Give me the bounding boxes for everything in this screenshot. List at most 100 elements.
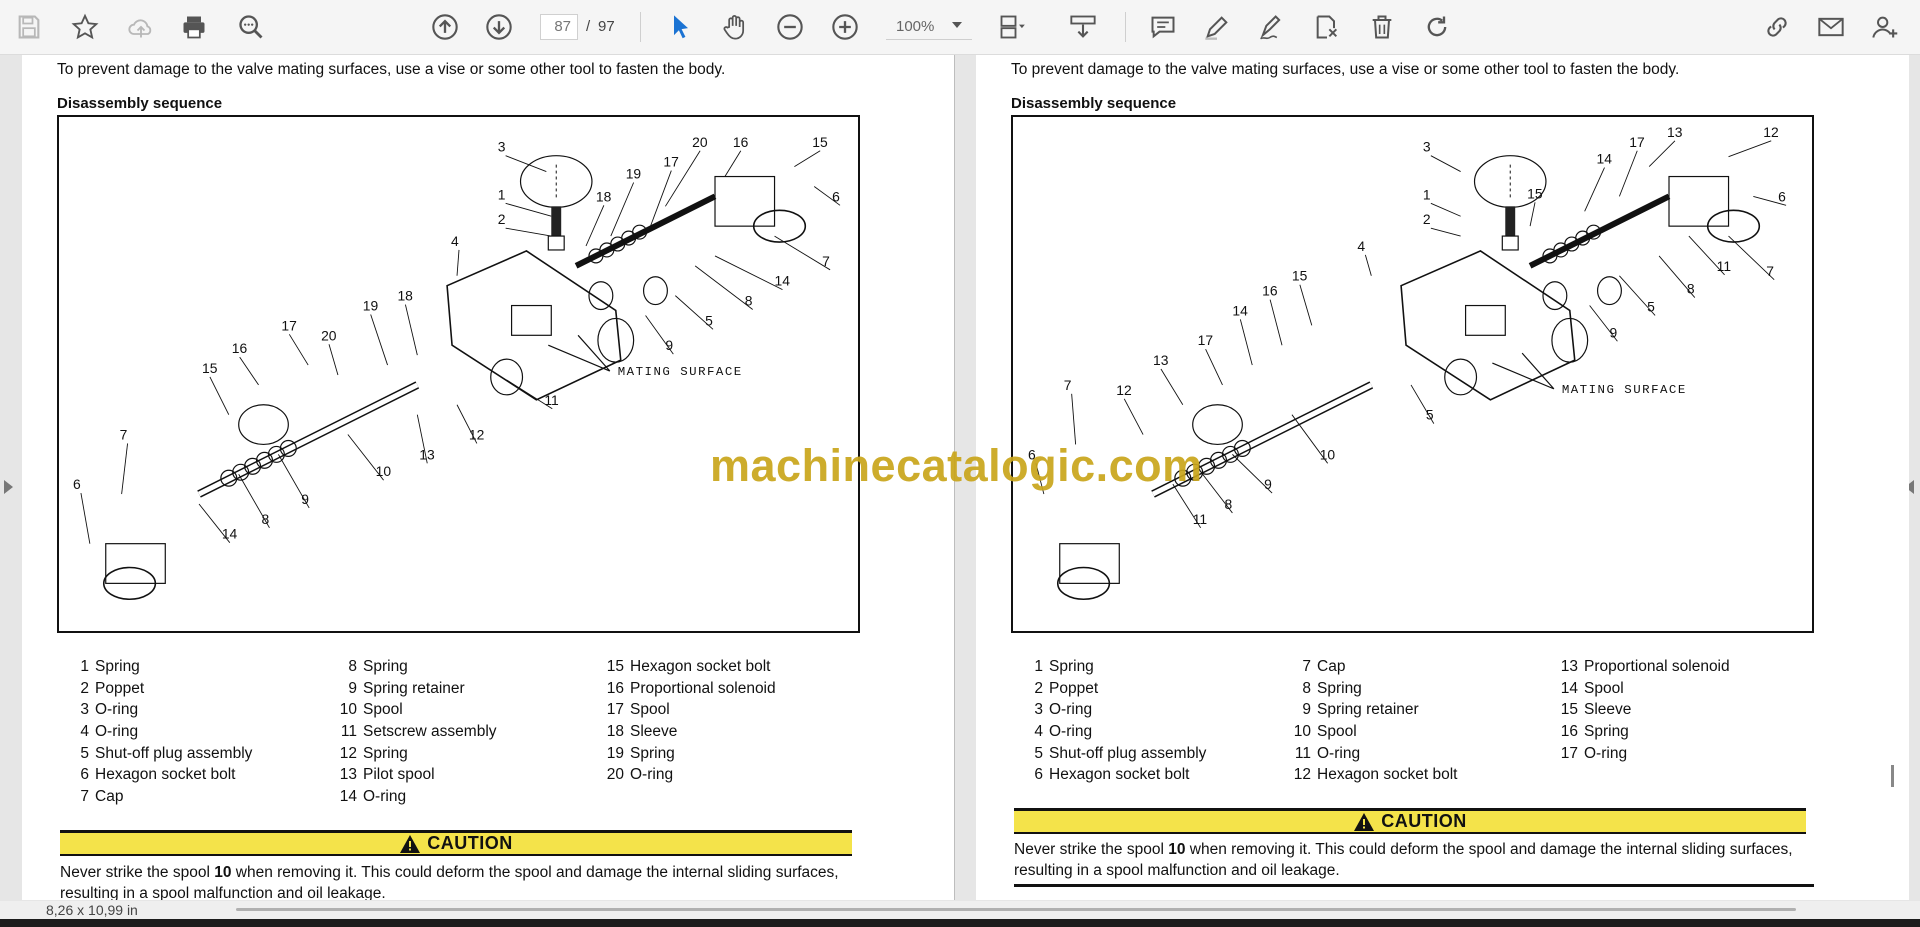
callout-label: 9 (1609, 324, 1617, 340)
callout-label: 6 (832, 188, 840, 204)
page-down-icon[interactable] (482, 10, 516, 44)
part-name: Spool (1584, 679, 1624, 697)
valve-body-shape (446, 250, 622, 401)
list-item: 9 Spring retainer (335, 680, 605, 702)
list-item: 8 Spring (335, 658, 605, 680)
list-item: 13 Proportional solenoid (1556, 658, 1826, 680)
list-item: 15 Sleeve (1556, 701, 1826, 723)
add-user-icon[interactable] (1868, 10, 1902, 44)
valve-port-shape (1464, 304, 1506, 336)
callout-label: 9 (1264, 476, 1272, 492)
sign-icon[interactable] (1254, 10, 1288, 44)
part-name: Hexagon socket bolt (1049, 766, 1190, 784)
parts-column: 7 Cap 8 Spring 9 Spring retainer 10 Spool 11 O-ri… (1289, 658, 1559, 788)
callout-label: 18 (397, 288, 413, 304)
callout-label: 8 (1687, 281, 1695, 297)
leader-line (1239, 319, 1253, 366)
callout-label: 6 (1778, 188, 1786, 204)
stamp-icon[interactable] (1310, 10, 1344, 44)
mating-surface-label: MATING SURFACE (618, 365, 743, 379)
part-number: 14 (339, 788, 357, 806)
spring-shape (551, 206, 562, 237)
share-link-icon[interactable] (1760, 10, 1794, 44)
valve-exploded-drawing: 31215141713 12674118591516141713127105698… (1028, 124, 1787, 601)
part-number: 15 (1560, 701, 1578, 719)
warning-icon (400, 834, 421, 853)
callout-label: 16 (733, 134, 749, 150)
part-name: O-ring (95, 723, 139, 741)
page-size-readout: 8,26 x 10,99 in (46, 902, 138, 918)
print-icon[interactable] (177, 10, 211, 44)
callout-label: 12 (1116, 382, 1132, 398)
callout-label: 7 (1064, 377, 1072, 393)
warning-icon (1354, 812, 1375, 831)
horizontal-scrollbar[interactable] (236, 908, 1796, 911)
list-item: 10 Spool (335, 701, 605, 723)
page-up-icon[interactable] (428, 10, 462, 44)
callout-label: 15 (1292, 268, 1308, 284)
valve-port-shape (490, 358, 524, 396)
callout-label: 2 (498, 211, 506, 227)
leader-line (1205, 349, 1223, 386)
fit-page-icon[interactable] (1066, 10, 1100, 44)
search-zoom-icon[interactable] (234, 10, 268, 44)
zoom-out-icon[interactable] (773, 10, 807, 44)
section-heading: Disassembly sequence (57, 95, 223, 112)
select-cursor-icon[interactable] (664, 10, 698, 44)
list-item: 15 Hexagon socket bolt (602, 658, 872, 680)
callout-label: 2 (1423, 211, 1431, 227)
part-number: 10 (339, 701, 357, 719)
delete-icon[interactable] (1365, 10, 1399, 44)
callout-label: 16 (1262, 283, 1278, 299)
caution-banner: CAUTION (1014, 808, 1806, 834)
part-name: Spring (1317, 679, 1362, 697)
caution-bottom-rule (1014, 884, 1814, 887)
zoom-in-icon[interactable] (828, 10, 862, 44)
callout-label: 13 (1153, 352, 1169, 368)
view-layout-icon[interactable] (995, 10, 1029, 44)
leader-line (121, 443, 129, 495)
list-item: 1 Spring (67, 658, 337, 680)
callout-label: 13 (419, 446, 435, 462)
save-icon[interactable] (12, 10, 46, 44)
list-item: 3 O-ring (1021, 701, 1291, 723)
parts-column: 13 Proportional solenoid 14 Spool 15 Sleeve 16… (1556, 658, 1826, 766)
part-name: Hexagon socket bolt (1317, 766, 1458, 784)
o-ring-shape (1596, 276, 1622, 306)
list-item: 14 O-ring (335, 788, 605, 810)
callout-label: 8 (745, 293, 753, 309)
page-number-input[interactable]: 87 (540, 14, 578, 40)
vertical-scrollbar[interactable] (1891, 765, 1894, 787)
list-item: 2 Poppet (1021, 680, 1291, 702)
part-name: Spring (630, 744, 675, 762)
parts-column: 15 Hexagon socket bolt 16 Proportional sole… (602, 658, 872, 788)
leader-line (288, 334, 309, 366)
leader-line (1529, 202, 1536, 227)
cloud-upload-icon[interactable] (124, 10, 158, 44)
list-item: 6 Hexagon socket bolt (67, 766, 337, 788)
comment-icon[interactable] (1146, 10, 1180, 44)
caution-label: CAUTION (1381, 811, 1467, 831)
toolbar-divider (640, 12, 641, 42)
list-item: 9 Spring retainer (1289, 701, 1559, 723)
part-number: 7 (80, 788, 89, 806)
chevron-down-icon[interactable] (952, 22, 962, 28)
cap-shape (1059, 543, 1120, 584)
callout-label: 11 (1193, 511, 1208, 527)
part-number: 15 (606, 658, 624, 675)
bookmark-star-icon[interactable] (68, 10, 102, 44)
hand-pan-icon[interactable] (718, 10, 752, 44)
prev-page-arrow-icon[interactable] (4, 480, 13, 494)
email-icon[interactable] (1814, 10, 1848, 44)
highlight-pen-icon[interactable] (1200, 10, 1234, 44)
leader-line (209, 376, 230, 415)
part-name: Spring (95, 658, 140, 675)
list-item: 7 Cap (67, 788, 337, 810)
callout-label: 17 (1629, 134, 1645, 150)
part-number: 8 (348, 658, 357, 675)
part-name: O-ring (1317, 744, 1361, 762)
list-item: 16 Spring (1556, 723, 1826, 745)
redo-icon[interactable] (1420, 10, 1454, 44)
callout-label: 10 (376, 463, 392, 479)
callout-label: 3 (1423, 139, 1431, 155)
